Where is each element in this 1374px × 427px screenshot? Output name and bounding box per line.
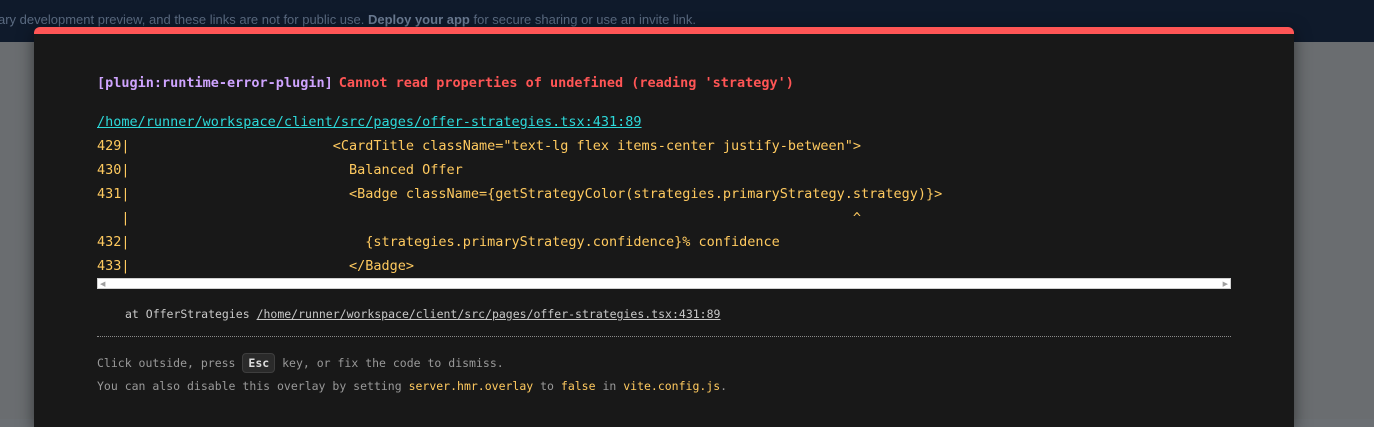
code-line: 429| <CardTitle className="text-lg flex … [97,138,862,154]
disable-overlay-tip: You can also disable this overlay by set… [97,379,727,393]
esc-key-badge: Esc [242,353,276,373]
banner-text-suffix: for secure sharing or use an invite link… [469,12,697,27]
banner-text-prefix: ary development preview, and these links… [0,12,368,27]
dismiss-tip: Click outside, press Esc key, or fix the… [97,353,504,373]
scroll-right-arrow-icon[interactable]: ▶ [1223,280,1228,288]
code-frame-scrollbar[interactable]: ◀ ▶ [97,278,1231,289]
error-text: Cannot read properties of undefined (rea… [338,75,794,91]
tip-text: You can also disable this overlay by set… [97,379,409,393]
tip-text: key, or fix the code to dismiss. [275,356,504,370]
tip-text: in [595,379,624,393]
stack-file-link[interactable]: /home/runner/workspace/client/src/pages/… [257,307,721,321]
code-caret-line: | ^ [97,210,862,226]
config-file: vite.config.js [623,379,721,393]
tip-text: . [720,379,728,393]
tip-text: Click outside, press [97,356,243,370]
code-line: 432| {strategies.primaryStrategy.confide… [97,234,780,250]
code-line: 431| <Badge className={getStrategyColor(… [97,186,943,202]
error-file-link[interactable]: /home/runner/workspace/client/src/pages/… [97,114,642,130]
tip-text: to [533,379,561,393]
plugin-name: [plugin:runtime-error-plugin] [97,75,333,91]
config-value: false [560,379,596,393]
error-overlay-window: [plugin:runtime-error-plugin] Cannot read… [34,27,1294,427]
divider [97,336,1231,337]
deploy-link[interactable]: Deploy your app [368,12,470,27]
config-key: server.hmr.overlay [408,379,534,393]
scroll-left-arrow-icon[interactable]: ◀ [100,280,105,288]
code-line: 430| Balanced Offer [97,162,463,178]
code-frame: 429| <CardTitle className="text-lg flex … [97,138,1231,290]
stack-trace: at OfferStrategies /home/runner/workspac… [125,307,720,321]
error-message: [plugin:runtime-error-plugin] Cannot read… [97,75,794,91]
stack-function: at OfferStrategies [125,307,257,321]
